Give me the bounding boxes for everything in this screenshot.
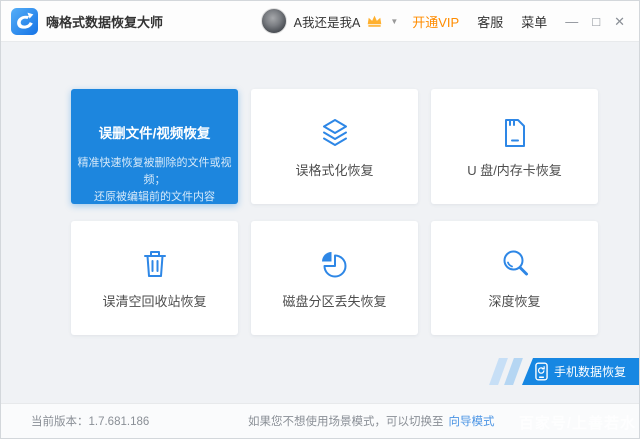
card-partition-loss-recovery[interactable]: 磁盘分区丢失恢复: [251, 221, 418, 335]
card-description-line2: 还原被编辑前的文件内容: [71, 189, 238, 206]
card-deleted-file-video-recovery[interactable]: 误删文件/视频恢复 精准快速恢复被删除的文件或视频； 还原被编辑前的文件内容: [71, 89, 238, 204]
magnifier-icon: [497, 246, 533, 282]
wizard-mode-link[interactable]: 向导模式: [449, 416, 495, 428]
app-window: 嗨格式数据恢复大师 A我还是我A ▼ 开通VIP 客服 菜单 — □ ✕ 误删文…: [0, 0, 640, 439]
status-bar: 当前版本：1.7.681.186 如果您不想使用场景模式，可以切换至向导模式 百…: [1, 403, 639, 438]
titlebar-right-group: A我还是我A ▼ 开通VIP 客服 菜单 — □ ✕: [261, 8, 625, 34]
customer-service-button[interactable]: 客服: [477, 12, 503, 31]
layers-icon: [317, 115, 353, 151]
app-title: 嗨格式数据恢复大师: [46, 12, 163, 31]
card-description-line1: 精准快速恢复被删除的文件或视频；: [71, 155, 238, 189]
close-button[interactable]: ✕: [614, 15, 625, 28]
user-avatar[interactable]: [261, 8, 287, 34]
card-title: 误删文件/视频恢复: [99, 122, 211, 142]
title-bar: 嗨格式数据恢复大师 A我还是我A ▼ 开通VIP 客服 菜单 — □ ✕: [1, 1, 639, 42]
scenario-card-grid: 误删文件/视频恢复 精准快速恢复被删除的文件或视频； 还原被编辑前的文件内容 误…: [71, 89, 598, 335]
mode-hint: 如果您不想使用场景模式，可以切换至向导模式: [248, 413, 495, 429]
card-label: 误格式化恢复: [295, 160, 373, 179]
app-logo-icon: [11, 8, 38, 35]
memory-card-icon: [497, 115, 533, 151]
username[interactable]: A我还是我A: [294, 12, 361, 31]
card-label: U 盘/内存卡恢复: [467, 160, 562, 179]
card-recycle-bin-recovery[interactable]: 误清空回收站恢复: [71, 221, 238, 335]
version-label: 当前版本：: [31, 416, 89, 428]
version-text: 当前版本：1.7.681.186: [31, 413, 149, 429]
account-dropdown-caret-icon[interactable]: ▼: [390, 17, 398, 26]
card-format-recovery[interactable]: 误格式化恢复: [251, 89, 418, 204]
pie-chart-icon: [317, 246, 353, 282]
menu-button[interactable]: 菜单: [521, 12, 547, 31]
minimize-button[interactable]: —: [565, 15, 578, 28]
card-label: 误清空回收站恢复: [102, 291, 206, 310]
card-label: 磁盘分区丢失恢复: [282, 291, 386, 310]
maximize-button[interactable]: □: [592, 15, 600, 28]
card-usb-memory-card-recovery[interactable]: U 盘/内存卡恢复: [431, 89, 598, 204]
decorative-stripe: [504, 358, 523, 385]
smartphone-icon: [535, 362, 548, 381]
open-vip-button[interactable]: 开通VIP: [412, 12, 459, 31]
card-label: 深度恢复: [488, 291, 540, 310]
trash-icon: [137, 246, 173, 282]
phone-data-recovery-button[interactable]: 手机数据恢复: [522, 358, 639, 385]
version-value: 1.7.681.186: [89, 416, 150, 428]
vip-crown-icon: [366, 13, 383, 28]
phone-button-label: 手机数据恢复: [554, 363, 626, 380]
card-description: 精准快速恢复被删除的文件或视频； 还原被编辑前的文件内容: [71, 155, 238, 206]
watermark: 百家号/上善若水: [519, 412, 636, 433]
card-deep-recovery[interactable]: 深度恢复: [431, 221, 598, 335]
mode-hint-text: 如果您不想使用场景模式，可以切换至: [248, 416, 444, 428]
